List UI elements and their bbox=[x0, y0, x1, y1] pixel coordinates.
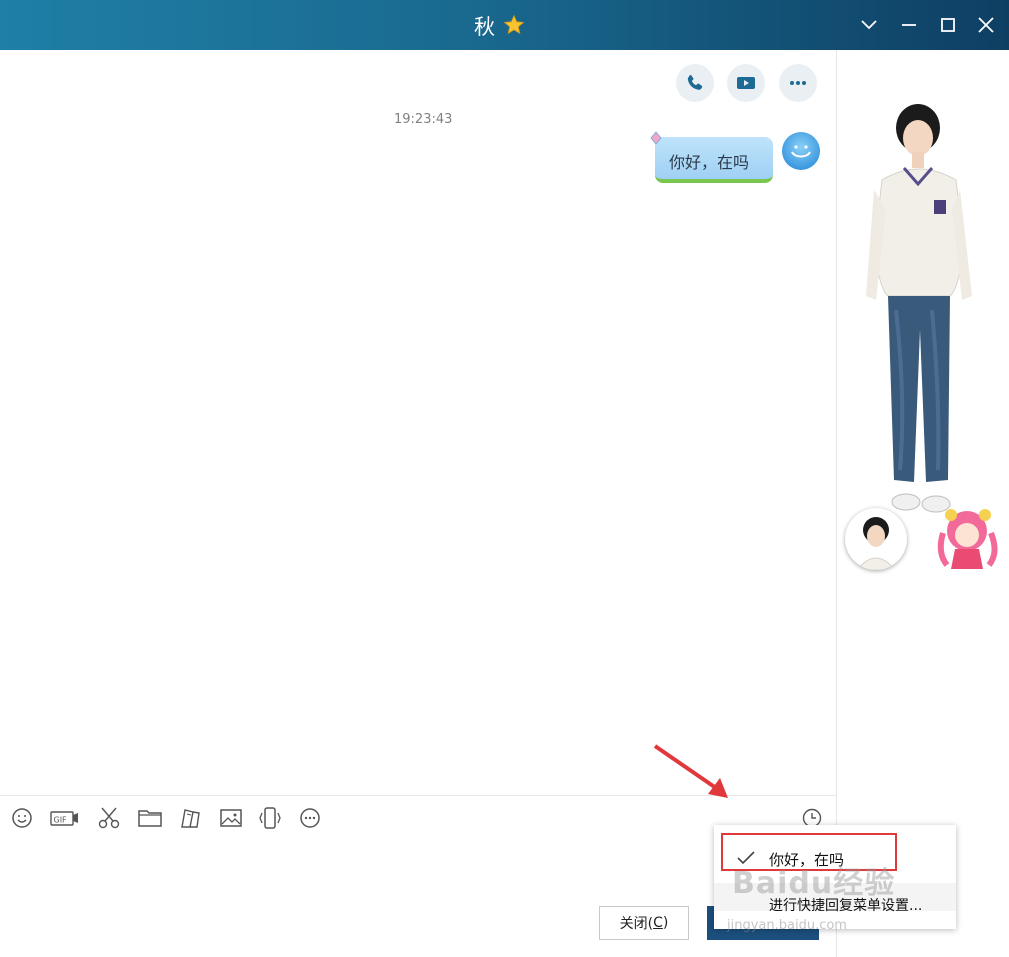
contact-name-title: 秋 bbox=[474, 15, 495, 39]
close-button-label: 关闭( bbox=[619, 916, 654, 932]
my-avatar[interactable] bbox=[782, 132, 820, 170]
more-options-button[interactable] bbox=[779, 64, 817, 102]
close-button-label-tail: ) bbox=[662, 915, 669, 931]
friend-avatar-thumbnail[interactable] bbox=[845, 508, 907, 570]
watermark-url: jingyan.baidu.com bbox=[727, 918, 847, 933]
folder-icon[interactable] bbox=[137, 805, 163, 831]
svg-text:GIF: GIF bbox=[54, 816, 68, 825]
chevron-down-icon[interactable] bbox=[856, 12, 882, 38]
doodle-icon[interactable] bbox=[178, 805, 204, 831]
message-text: 你好，在吗 bbox=[669, 153, 750, 172]
side-panel-divider bbox=[836, 50, 837, 957]
minimize-button[interactable] bbox=[896, 12, 922, 38]
video-call-button[interactable] bbox=[727, 64, 765, 102]
annotation-arrow-icon bbox=[653, 744, 728, 798]
maximize-button[interactable] bbox=[935, 12, 961, 38]
phone-icon bbox=[687, 74, 703, 90]
message-timestamp: 19:23:43 bbox=[394, 112, 453, 127]
watermark-logo: Baidu经验 bbox=[732, 866, 896, 901]
video-camera-icon bbox=[737, 77, 755, 89]
close-window-button[interactable] bbox=[973, 12, 999, 38]
friend-avatar-figure bbox=[866, 104, 972, 513]
star-icon bbox=[503, 14, 525, 36]
pet-character-icon[interactable] bbox=[933, 503, 1003, 579]
emoji-icon[interactable] bbox=[9, 805, 35, 831]
gif-icon[interactable]: GIF bbox=[50, 805, 80, 831]
close-button-shortcut: C bbox=[653, 915, 663, 931]
chat-window: 秋 19:23:43 你好，在吗 GIF 关闭(C) 你好，在吗 进行快捷回… bbox=[0, 0, 1009, 957]
title-bar: 秋 bbox=[0, 0, 1009, 50]
message-input-area[interactable] bbox=[0, 840, 700, 900]
close-button[interactable]: 关闭(C) bbox=[599, 906, 689, 940]
screenshot-scissors-icon[interactable] bbox=[96, 805, 122, 831]
window-shake-icon[interactable] bbox=[257, 805, 283, 831]
image-icon[interactable] bbox=[218, 805, 244, 831]
kite-decoration-icon bbox=[648, 131, 664, 147]
phone-call-button[interactable] bbox=[676, 64, 714, 102]
ellipsis-icon bbox=[790, 81, 806, 85]
more-tools-icon[interactable] bbox=[297, 805, 323, 831]
